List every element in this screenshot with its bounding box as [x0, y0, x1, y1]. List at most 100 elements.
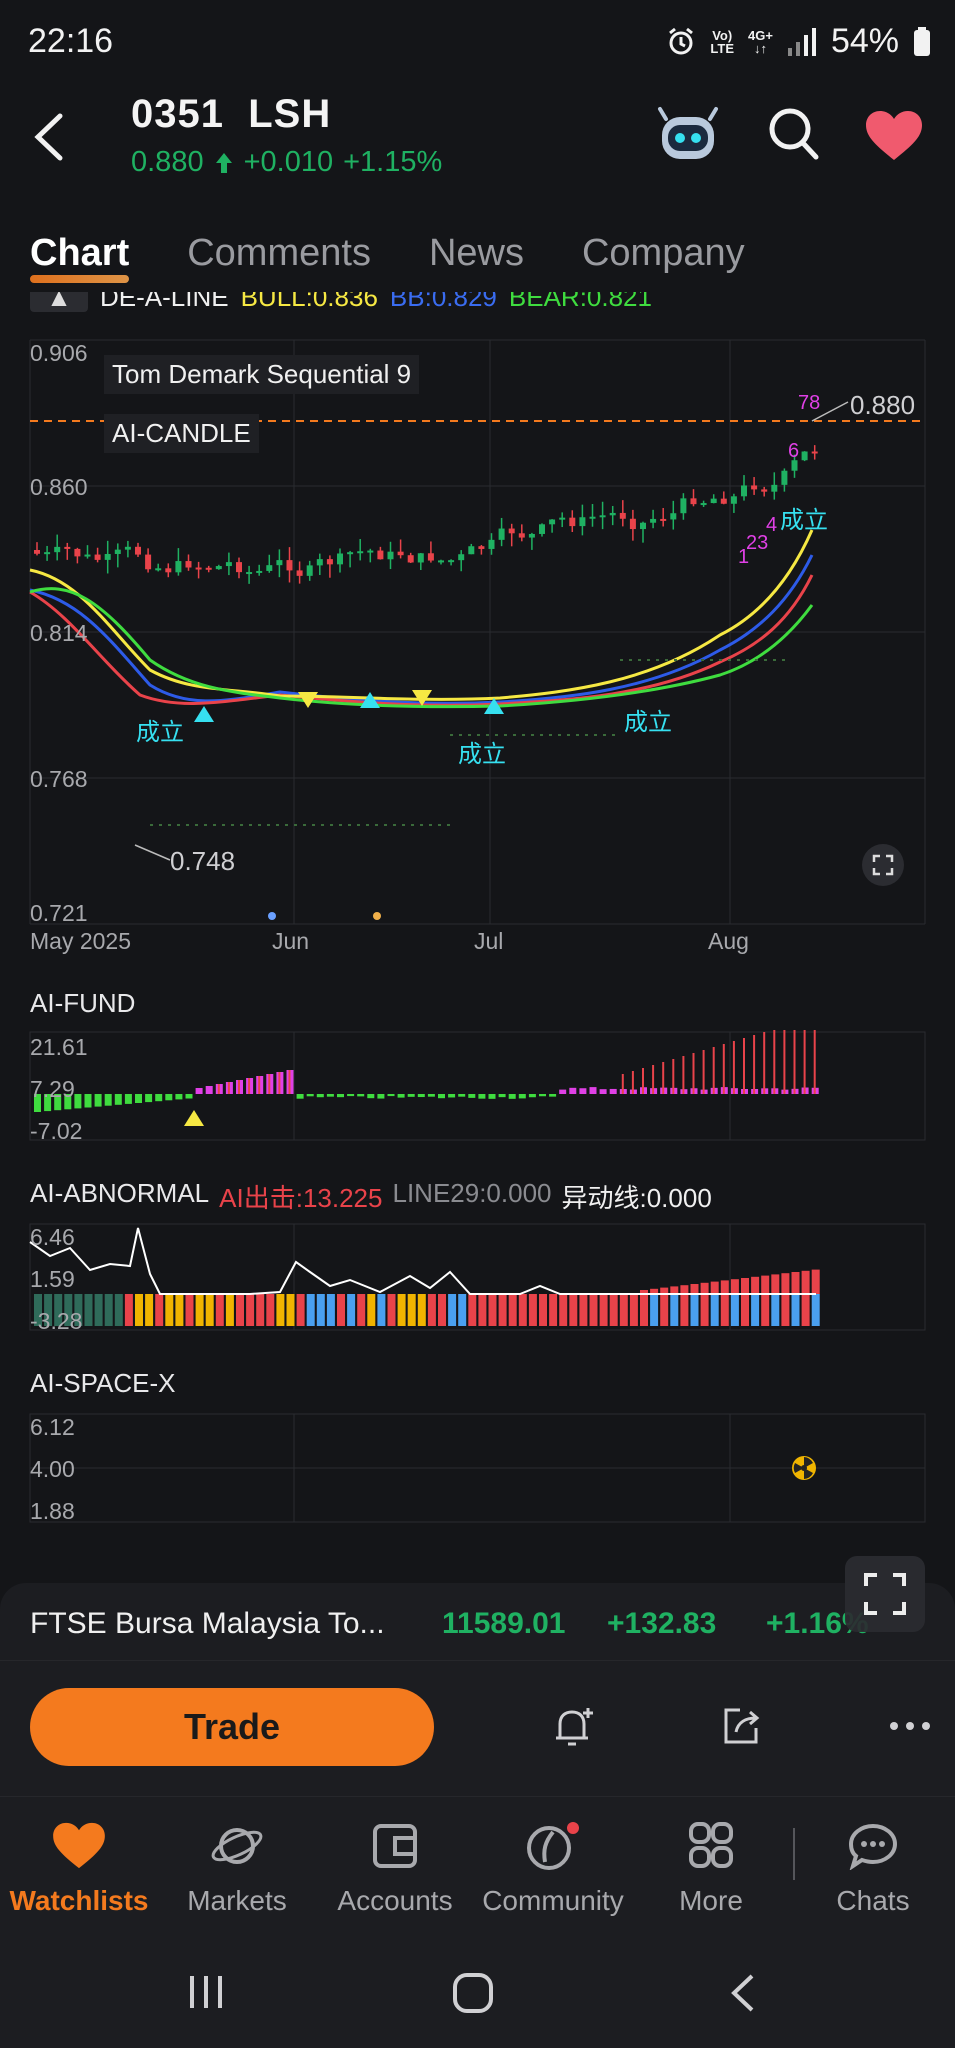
candle-body — [185, 561, 192, 568]
abnormal-bar — [801, 1294, 810, 1326]
fund-bar — [478, 1094, 486, 1099]
favorite-heart-icon[interactable] — [864, 110, 924, 162]
search-icon[interactable] — [768, 105, 820, 161]
signal-label-4: 成立 — [780, 507, 828, 534]
fund-bar — [468, 1094, 476, 1098]
x-tick-3: Aug — [708, 928, 749, 954]
nav-community[interactable]: Community — [478, 1822, 628, 1917]
nav-watchlists[interactable]: Watchlists — [4, 1822, 154, 1917]
abnormal-bar — [629, 1294, 638, 1326]
tab-comments[interactable]: Comments — [187, 232, 371, 275]
candle-body — [559, 517, 566, 520]
candle-body — [498, 528, 505, 540]
candle-body — [316, 559, 323, 566]
candle-body — [296, 570, 303, 576]
candle-body — [458, 554, 465, 561]
candle-body — [397, 551, 404, 556]
abnormal-bar — [256, 1294, 265, 1326]
nav-markets[interactable]: Markets — [162, 1822, 312, 1917]
price-alert-icon[interactable] — [552, 1704, 596, 1750]
abnormal-bar-up — [670, 1286, 679, 1294]
abnormal-bar — [347, 1294, 356, 1326]
share-icon[interactable] — [720, 1704, 764, 1748]
abnormal-bar — [589, 1294, 598, 1326]
abnormal-y-tick-0: 6.46 — [30, 1224, 75, 1250]
candle-body — [225, 562, 232, 567]
index-change: +132.83 — [607, 1607, 717, 1640]
expand-chart-button[interactable] — [862, 844, 904, 886]
td-number-78: 78 — [798, 392, 821, 414]
abnormal-bar — [316, 1294, 325, 1326]
candle-body — [700, 503, 707, 506]
home-icon[interactable] — [452, 1972, 494, 2014]
fund-bar — [508, 1094, 516, 1099]
candle-body — [215, 566, 222, 570]
fund-bar — [407, 1094, 415, 1097]
abnormal-bar — [337, 1294, 345, 1326]
collapse-icon[interactable]: ▲ — [30, 292, 88, 312]
abnormal-bar — [417, 1294, 426, 1326]
td-number-4: 4 — [766, 514, 778, 536]
fund-panel-chart — [29, 1030, 926, 1141]
low-price-label: 0.748 — [170, 846, 236, 876]
trade-button[interactable]: Trade — [30, 1688, 434, 1766]
spacex-panel-chart — [29, 1413, 926, 1523]
candle-body — [195, 567, 202, 570]
more-options-icon[interactable] — [888, 1720, 932, 1732]
fund-y-tick-2: -7.02 — [30, 1118, 83, 1144]
abnormal-bar — [175, 1294, 184, 1326]
last-price-label: 0.880 — [850, 390, 916, 420]
status-time: 22:16 — [28, 22, 114, 60]
candle-body — [74, 548, 81, 557]
recent-apps-icon[interactable] — [186, 1972, 226, 2012]
abnormal-panel-chart — [29, 1223, 926, 1331]
abnormal-bar — [377, 1294, 386, 1326]
abnormal-bar — [387, 1294, 396, 1326]
back-arrow-icon[interactable] — [30, 112, 70, 162]
candle-body — [539, 524, 545, 534]
abnormal-bar — [135, 1294, 143, 1326]
tab-news[interactable]: News — [429, 232, 524, 275]
network-icon: 4G+ ↓↑ — [748, 27, 773, 56]
system-back-icon[interactable] — [728, 1972, 758, 2014]
nav-chats-label: Chats — [836, 1885, 910, 1916]
fund-bar — [367, 1094, 375, 1099]
radiation-icon — [792, 1456, 816, 1480]
ai-robot-icon[interactable] — [656, 105, 720, 165]
fund-panel-title: AI-FUND — [30, 988, 136, 1018]
abnormal-bar — [741, 1294, 749, 1326]
abnormal-bar — [165, 1294, 174, 1326]
y-tick-1: 0.860 — [30, 474, 88, 500]
candle-body — [407, 555, 414, 563]
candle-body — [165, 568, 172, 573]
nav-accounts[interactable]: Accounts — [320, 1822, 470, 1917]
tab-company[interactable]: Company — [582, 232, 745, 275]
abnormal-bar — [781, 1294, 790, 1326]
nav-markets-label: Markets — [187, 1885, 287, 1916]
candle-body — [730, 496, 737, 504]
candle-body — [609, 512, 616, 516]
tab-chart[interactable]: Chart — [30, 232, 130, 283]
candle-body — [145, 554, 152, 570]
stock-change: +0.010 — [243, 146, 334, 178]
abnormal-value-2: LINE29:0.000 — [392, 1178, 552, 1208]
candle-body — [286, 560, 293, 571]
spacex-panel-title: AI-SPACE-X — [30, 1368, 176, 1398]
candle-body — [94, 554, 101, 560]
candle-body — [518, 533, 525, 538]
nav-chats[interactable]: Chats — [798, 1822, 948, 1917]
abnormal-value-1: AI出击:13.225 — [219, 1183, 383, 1213]
fund-bar — [104, 1094, 112, 1106]
nav-more[interactable]: More — [636, 1822, 786, 1917]
fund-bar — [599, 1089, 607, 1094]
abnormal-bar — [357, 1294, 366, 1326]
abnormal-bar — [650, 1294, 659, 1326]
alarm-icon — [669, 27, 694, 54]
fund-bar — [488, 1094, 496, 1099]
abnormal-bar — [286, 1294, 295, 1326]
abnormal-bar — [84, 1294, 93, 1326]
abnormal-bar — [124, 1294, 133, 1326]
fullscreen-button[interactable] — [845, 1556, 925, 1632]
index-value: 11589.01 — [442, 1607, 566, 1640]
td-number-6: 6 — [788, 440, 800, 462]
